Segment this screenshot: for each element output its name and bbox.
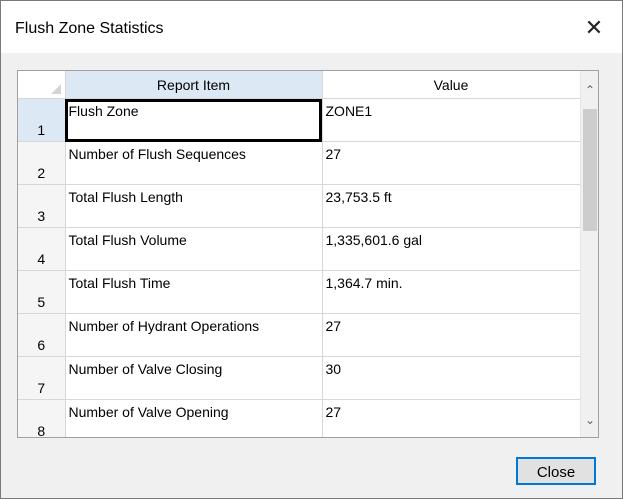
report-item-cell[interactable]: Total Flush Time <box>65 270 323 314</box>
column-header-value[interactable]: Value <box>322 71 581 99</box>
scroll-up-icon[interactable]: ⌃ <box>581 81 598 99</box>
value-cell[interactable]: 27 <box>322 313 581 357</box>
row-header[interactable]: 1 <box>18 98 66 142</box>
report-item-cell[interactable]: Number of Flush Sequences <box>65 141 323 185</box>
value-cell[interactable]: 23,753.5 ft <box>322 184 581 228</box>
row-header[interactable]: 6 <box>18 313 66 357</box>
row-header[interactable]: 5 <box>18 270 66 314</box>
value-cell[interactable]: 27 <box>322 141 581 185</box>
report-item-cell[interactable]: Number of Hydrant Operations <box>65 313 323 357</box>
table-row[interactable]: 3 Total Flush Length 23,753.5 ft <box>18 184 581 228</box>
row-header[interactable]: 4 <box>18 227 66 271</box>
report-item-cell[interactable]: Total Flush Volume <box>65 227 323 271</box>
value-cell[interactable]: 30 <box>322 356 581 400</box>
statistics-table: Report Item Value 1 Flush Zone ZONE1 2 N… <box>18 71 581 437</box>
table-row[interactable]: 1 Flush Zone ZONE1 <box>18 98 581 142</box>
value-cell[interactable]: 1,335,601.6 gal <box>322 227 581 271</box>
header-row: Report Item Value <box>18 71 581 99</box>
title-bar: Flush Zone Statistics ✕ <box>1 1 622 53</box>
report-item-cell[interactable]: Number of Valve Opening <box>65 399 323 437</box>
report-item-cell[interactable]: Number of Valve Closing <box>65 356 323 400</box>
table-row[interactable]: 7 Number of Valve Closing 30 <box>18 356 581 400</box>
row-header[interactable]: 8 <box>18 399 66 437</box>
table-row[interactable]: 5 Total Flush Time 1,364.7 min. <box>18 270 581 314</box>
row-header[interactable]: 3 <box>18 184 66 228</box>
table-row[interactable]: 4 Total Flush Volume 1,335,601.6 gal <box>18 227 581 271</box>
value-cell[interactable]: 1,364.7 min. <box>322 270 581 314</box>
row-header[interactable]: 2 <box>18 141 66 185</box>
table-row[interactable]: 8 Number of Valve Opening 27 <box>18 399 581 437</box>
scroll-down-icon[interactable]: ⌄ <box>581 411 598 429</box>
table-row[interactable]: 6 Number of Hydrant Operations 27 <box>18 313 581 357</box>
scrollbar-thumb[interactable] <box>583 109 597 231</box>
value-cell[interactable]: 27 <box>322 399 581 437</box>
report-item-cell[interactable]: Total Flush Length <box>65 184 323 228</box>
window-title: Flush Zone Statistics <box>15 20 164 37</box>
select-all-corner[interactable] <box>18 71 66 99</box>
table-row[interactable]: 2 Number of Flush Sequences 27 <box>18 141 581 185</box>
close-button[interactable]: Close <box>516 457 596 485</box>
report-item-cell[interactable]: Flush Zone <box>65 98 323 142</box>
vertical-scrollbar[interactable]: ⌃ ⌄ <box>580 71 598 437</box>
statistics-grid: Report Item Value 1 Flush Zone ZONE1 2 N… <box>17 70 599 438</box>
flush-zone-statistics-dialog: Flush Zone Statistics ✕ Report Item Valu… <box>0 0 623 499</box>
close-icon[interactable]: ✕ <box>579 14 609 42</box>
row-header[interactable]: 7 <box>18 356 66 400</box>
column-header-report-item[interactable]: Report Item <box>65 71 323 99</box>
value-cell[interactable]: ZONE1 <box>322 98 581 142</box>
